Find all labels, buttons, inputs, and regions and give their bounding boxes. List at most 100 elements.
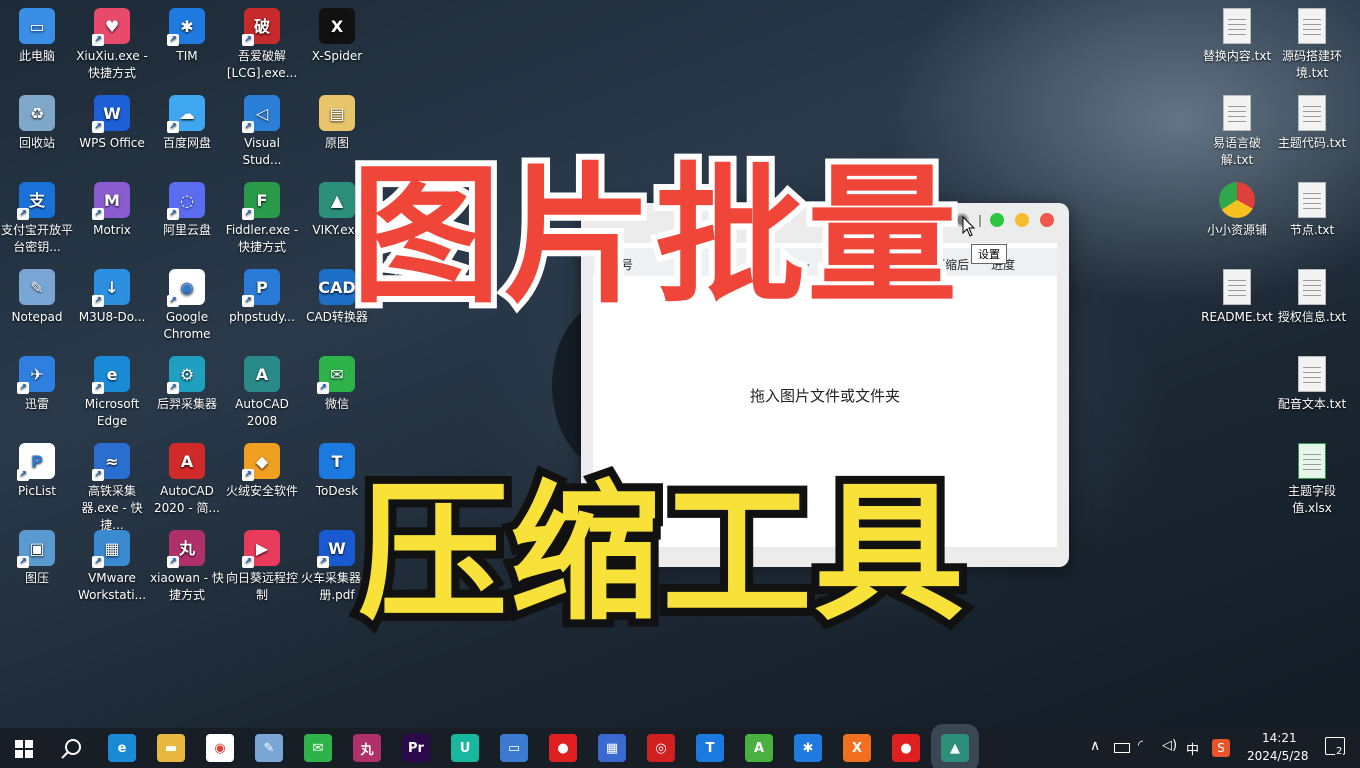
desktop-icon-label: Motrix bbox=[93, 223, 131, 237]
shortcut-arrow-icon: ↗ bbox=[17, 208, 29, 220]
search-icon[interactable] bbox=[61, 738, 83, 760]
text-file-icon bbox=[1298, 182, 1326, 218]
taskbar-remote-icon[interactable]: ▦ bbox=[598, 734, 626, 762]
desktop-icon[interactable]: F ↗ Fiddler.exe - 快捷方式 bbox=[224, 174, 300, 256]
battery-icon[interactable] bbox=[1114, 743, 1130, 753]
desktop-icon-label: Microsoft Edge bbox=[84, 397, 140, 428]
taskbar-record-icon[interactable]: ● bbox=[549, 734, 577, 762]
taskbar-recorder-icon[interactable]: ● bbox=[892, 734, 920, 762]
title-banner-bottom: 压缩工具 bbox=[350, 459, 972, 640]
desktop-icon[interactable]: P ↗ PicList bbox=[0, 435, 75, 500]
desktop-icon[interactable]: ≈ ↗ 高铁采集器.exe - 快捷... bbox=[74, 435, 150, 534]
taskbar-xmind-icon[interactable]: X bbox=[843, 734, 871, 762]
desktop-icon[interactable]: ♻ 回收站 bbox=[0, 87, 75, 152]
desktop-icon-label: phpstudy... bbox=[229, 310, 295, 324]
taskbar-adb-icon[interactable]: A bbox=[745, 734, 773, 762]
app-icon: ✈ ↗ bbox=[17, 356, 55, 394]
app-icon: ◌ ↗ bbox=[167, 182, 205, 220]
ime-indicator[interactable]: 中 bbox=[1186, 739, 1199, 758]
sogou-icon[interactable]: S bbox=[1212, 739, 1230, 757]
title-bottom-text: 压缩工具 bbox=[358, 467, 966, 640]
windows-start-icon[interactable] bbox=[15, 740, 33, 758]
taskbar-wechat-icon[interactable]: ✉ bbox=[304, 734, 332, 762]
desktop-icon[interactable]: ▤ 原图 bbox=[299, 87, 375, 152]
clock-time[interactable]: 14:21 bbox=[1262, 731, 1297, 745]
volume-icon[interactable]: ◁) bbox=[1162, 738, 1177, 753]
desktop-icon-label: 后羿采集器 bbox=[156, 397, 217, 411]
desktop-icon[interactable]: ▶ ↗ 向日葵远程控制 bbox=[224, 522, 300, 604]
clock-date[interactable]: 2024/5/28 bbox=[1247, 749, 1309, 763]
desktop-icon[interactable]: ☁ ↗ 百度网盘 bbox=[149, 87, 225, 152]
desktop-icon[interactable]: e ↗ Microsoft Edge bbox=[74, 348, 150, 430]
desktop-icon[interactable]: W ↗ WPS Office bbox=[74, 87, 150, 152]
desktop-file[interactable]: 授权信息.txt bbox=[1274, 261, 1350, 326]
desktop-icon[interactable]: ↓ ↗ M3U8-Do... bbox=[74, 261, 150, 326]
desktop-file[interactable]: 源码搭建环境.txt bbox=[1274, 0, 1350, 82]
desktop-icon[interactable]: M ↗ Motrix bbox=[74, 174, 150, 239]
taskbar-viky-icon[interactable]: ▲ bbox=[941, 734, 969, 762]
desktop-icon-label: M3U8-Do... bbox=[78, 310, 146, 324]
desktop-icon[interactable]: 破 ↗ 吾爱破解[LCG].exe... bbox=[224, 0, 300, 82]
desktop-icon[interactable]: ✱ ↗ TIM bbox=[149, 0, 225, 65]
desktop-icon[interactable]: ▦ ↗ VMware Workstati... bbox=[74, 522, 150, 604]
maximize-button[interactable] bbox=[990, 213, 1004, 227]
wifi-icon[interactable]: ◜ bbox=[1138, 738, 1143, 753]
desktop-icon-label: 百度网盘 bbox=[162, 136, 211, 150]
taskbar-tim-icon[interactable]: ✱ bbox=[794, 734, 822, 762]
desktop-icon-label: PicList bbox=[18, 484, 56, 498]
desktop-icon[interactable]: ♥ ↗ XiuXiu.exe - 快捷方式 bbox=[74, 0, 150, 82]
taskbar-upupoo-icon[interactable]: U bbox=[451, 734, 479, 762]
desktop-file[interactable]: 节点.txt bbox=[1274, 174, 1350, 239]
close-button[interactable] bbox=[1040, 213, 1054, 227]
desktop-icon[interactable]: X X-Spider bbox=[299, 0, 375, 65]
taskbar-screen-icon[interactable]: ▭ bbox=[500, 734, 528, 762]
app-icon: ↓ ↗ bbox=[92, 269, 130, 307]
desktop-icon[interactable]: ◁ ↗ Visual Stud... bbox=[224, 87, 300, 169]
taskbar-explorer-icon[interactable]: ▬ bbox=[157, 734, 185, 762]
desktop-file[interactable]: 配音文本.txt bbox=[1274, 348, 1350, 413]
desktop-icon[interactable]: ✎ Notepad bbox=[0, 261, 75, 326]
desktop-icon-label: 火绒安全软件 bbox=[225, 484, 298, 498]
app-icon: W ↗ bbox=[92, 95, 130, 133]
app-icon: ✎ bbox=[19, 269, 55, 305]
desktop-icon[interactable]: A AutoCAD 2008 bbox=[224, 348, 300, 430]
desktop-icon[interactable]: ◉ ↗ Google Chrome bbox=[149, 261, 225, 343]
taskbar-netease-icon[interactable]: ◎ bbox=[647, 734, 675, 762]
taskbar-edge-icon[interactable]: e bbox=[108, 734, 136, 762]
desktop-file[interactable]: 主题代码.txt bbox=[1274, 87, 1350, 152]
spreadsheet-file-icon bbox=[1298, 443, 1326, 479]
minimize-button[interactable] bbox=[1015, 213, 1029, 227]
desktop-icon[interactable]: 支 ↗ 支付宝开放平台密钥... bbox=[0, 174, 75, 256]
desktop-icon[interactable]: 丸 ↗ xiaowan - 快捷方式 bbox=[149, 522, 225, 604]
desktop-icon-label: Google Chrome bbox=[163, 310, 211, 341]
taskbar-premiere-icon[interactable]: Pr bbox=[402, 734, 430, 762]
taskbar-notepad-icon[interactable]: ✎ bbox=[255, 734, 283, 762]
desktop-icon[interactable]: ✈ ↗ 迅雷 bbox=[0, 348, 75, 413]
taskbar-chrome-icon[interactable]: ◉ bbox=[206, 734, 234, 762]
shortcut-arrow-icon: ↗ bbox=[17, 469, 29, 481]
shortcut-arrow-icon: ↗ bbox=[317, 382, 329, 394]
desktop-file[interactable]: 主题字段值.xlsx bbox=[1274, 435, 1350, 517]
desktop-file[interactable]: README.txt bbox=[1199, 261, 1275, 326]
app-icon: M ↗ bbox=[92, 182, 130, 220]
taskbar-xiaowan-icon[interactable]: 丸 bbox=[353, 734, 381, 762]
desktop-icon[interactable]: P ↗ phpstudy... bbox=[224, 261, 300, 326]
desktop-icon[interactable]: ✉ ↗ 微信 bbox=[299, 348, 375, 413]
desktop-icon[interactable]: ▣ ↗ 图压 bbox=[0, 522, 75, 587]
desktop-file[interactable]: 易语言破解.txt bbox=[1199, 87, 1275, 169]
desktop-icon-label: 回收站 bbox=[18, 136, 55, 150]
desktop-icon[interactable]: A AutoCAD 2020 - 简... bbox=[149, 435, 225, 517]
tray-chevron-icon[interactable]: ∧ bbox=[1090, 738, 1100, 754]
desktop-file[interactable]: 替换内容.txt bbox=[1199, 0, 1275, 65]
desktop-icon[interactable]: ⚙ ↗ 后羿采集器 bbox=[149, 348, 225, 413]
desktop-file[interactable]: 小小资源铺 bbox=[1199, 174, 1275, 239]
app-icon: ☁ ↗ bbox=[167, 95, 205, 133]
desktop-file-label: 主题代码.txt bbox=[1277, 136, 1347, 150]
title-top-text: 图片批量 bbox=[351, 150, 959, 320]
desktop-icon[interactable]: ◆ ↗ 火绒安全软件 bbox=[224, 435, 300, 500]
taskbar-todesk-icon[interactable]: T bbox=[696, 734, 724, 762]
desktop-icon[interactable]: ◌ ↗ 阿里云盘 bbox=[149, 174, 225, 239]
desktop-icon[interactable]: ▭ 此电脑 bbox=[0, 0, 75, 65]
app-icon: P ↗ bbox=[17, 443, 55, 481]
app-icon: ▦ ↗ bbox=[92, 530, 130, 568]
